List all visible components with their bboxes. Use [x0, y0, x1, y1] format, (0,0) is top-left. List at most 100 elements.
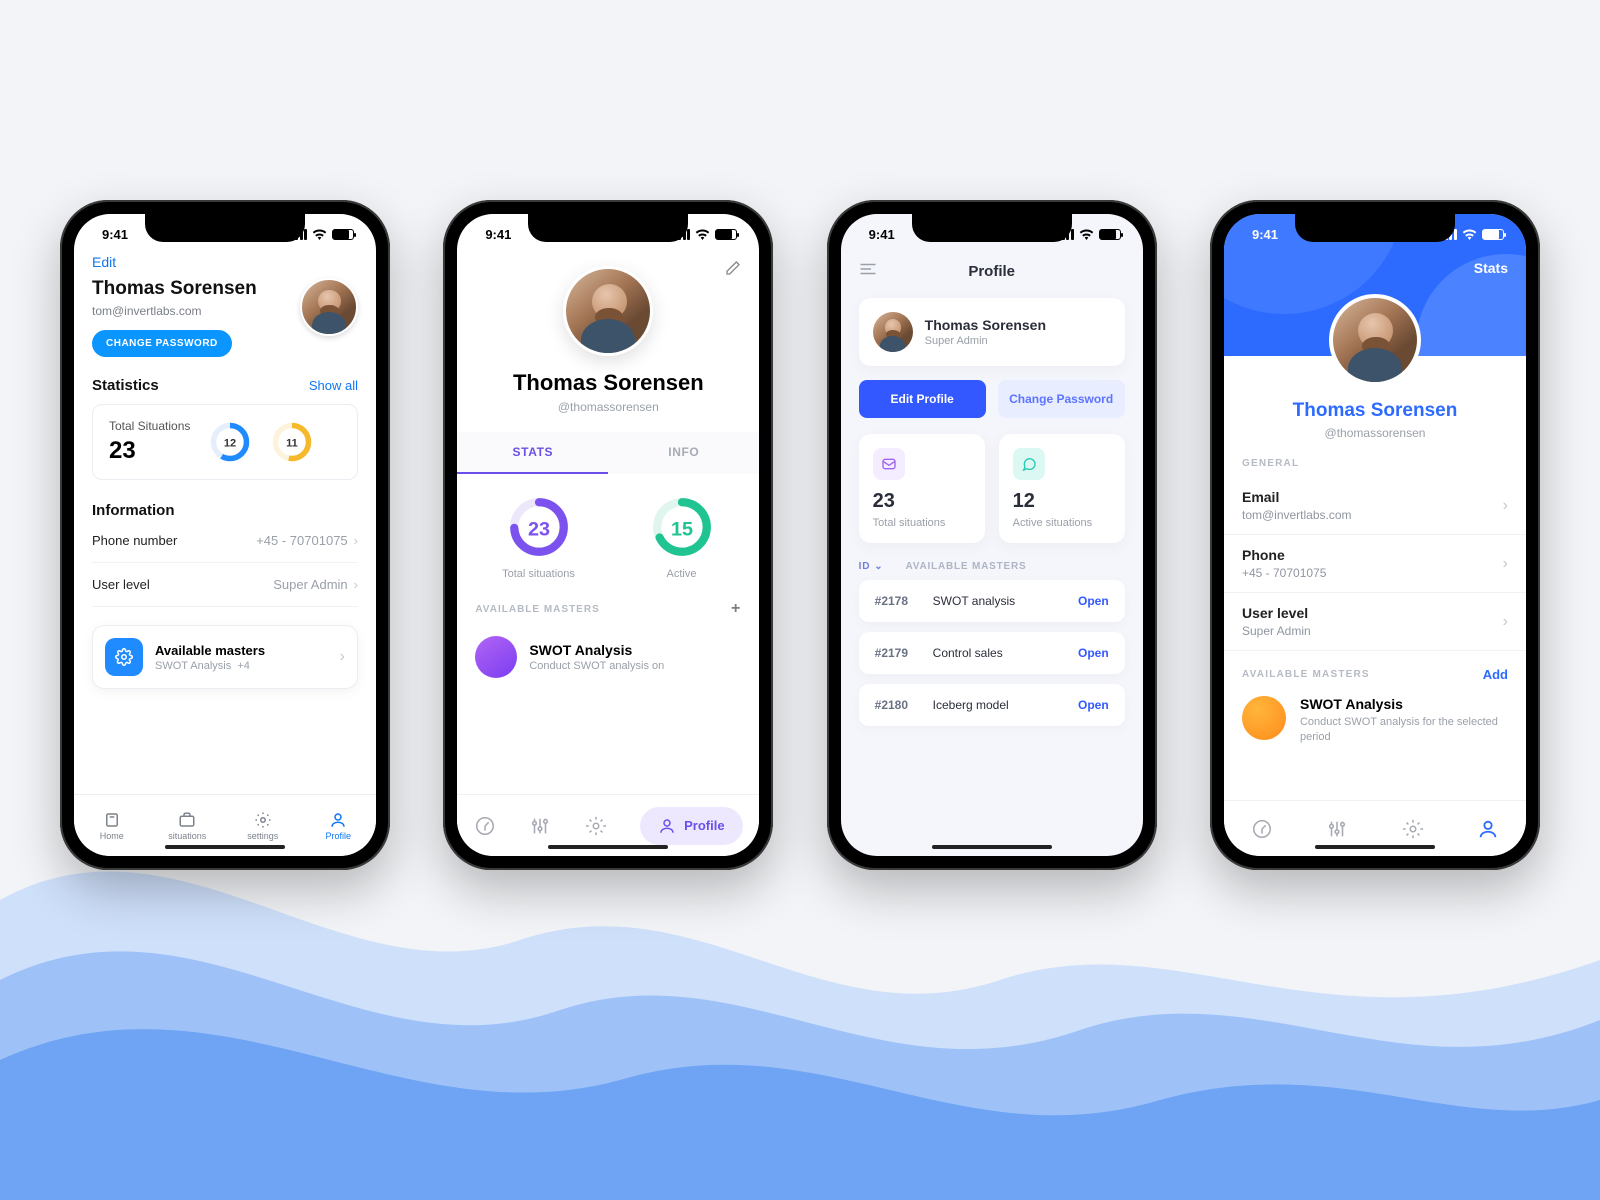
- home-indicator: [932, 845, 1052, 849]
- info-row-phone[interactable]: Phone number +45 - 70701075›: [92, 519, 358, 563]
- open-link[interactable]: Open: [1078, 594, 1109, 608]
- avatar[interactable]: [1329, 294, 1421, 386]
- user-name: Thomas Sorensen: [1224, 400, 1526, 422]
- master-item[interactable]: SWOT Analysis Conduct SWOT analysis on: [457, 626, 759, 688]
- battery-icon: [1099, 229, 1121, 240]
- sliders-icon[interactable]: [529, 815, 551, 837]
- phone-mockup-4: 9:41 Stats Thomas Sorensen @thomassorens…: [1210, 200, 1540, 870]
- tab-profile[interactable]: Profile: [640, 807, 742, 845]
- chevron-right-icon: ›: [1503, 497, 1508, 515]
- gear-icon[interactable]: [585, 815, 607, 837]
- svg-text:23: 23: [527, 518, 549, 540]
- tile-active[interactable]: 12 Active situations: [999, 434, 1125, 543]
- gear-icon[interactable]: [1402, 818, 1424, 840]
- avatar[interactable]: [563, 266, 653, 356]
- chevron-right-icon: ›: [354, 577, 358, 592]
- phone-mockup-3: 9:41 Profile Thomas Sorensen Super Admin: [827, 200, 1157, 870]
- phone-mockup-1: 9:41 Edit Thomas Sorensen tom@invertlabs…: [60, 200, 390, 870]
- section-general: GENERAL: [1224, 440, 1526, 477]
- chat-icon: [1013, 448, 1045, 480]
- status-time: 9:41: [1252, 227, 1278, 242]
- stat-active: 15 Active: [649, 494, 715, 580]
- dashboard-icon[interactable]: [474, 815, 496, 837]
- wifi-icon: [1079, 229, 1094, 240]
- column-id[interactable]: ID ⌄: [859, 561, 884, 572]
- open-link[interactable]: Open: [1078, 646, 1109, 660]
- sliders-icon[interactable]: [1326, 818, 1348, 840]
- masters-title: Available masters: [155, 643, 322, 658]
- wifi-icon: [1462, 229, 1477, 240]
- gear-icon: [105, 638, 143, 676]
- edit-link[interactable]: Edit: [92, 254, 116, 270]
- statistics-card: Total Situations 23 12 11: [92, 404, 358, 480]
- change-password-button[interactable]: Change Password: [998, 380, 1125, 418]
- chevron-right-icon: ›: [1503, 555, 1508, 573]
- status-time: 9:41: [869, 227, 895, 242]
- master-icon: [1242, 696, 1286, 740]
- section-masters: AVAILABLE MASTERS: [1242, 669, 1370, 680]
- svg-text:11: 11: [287, 437, 299, 449]
- info-row-phone[interactable]: Phone +45 - 70701075 ›: [1224, 535, 1526, 593]
- battery-icon: [715, 229, 737, 240]
- chevron-right-icon: ›: [340, 648, 345, 666]
- user-icon: [658, 817, 676, 835]
- page-title: Profile: [968, 263, 1015, 280]
- info-row-level[interactable]: User level Super Admin›: [92, 563, 358, 607]
- user-name: Thomas Sorensen: [92, 278, 257, 300]
- table-row[interactable]: #2179 Control sales Open: [859, 632, 1125, 674]
- open-link[interactable]: Open: [1078, 698, 1109, 712]
- donut-chart-1: 12: [208, 420, 252, 464]
- total-situations-label: Total Situations: [109, 419, 190, 433]
- available-masters-card[interactable]: Available masters SWOT Analysis +4 ›: [92, 625, 358, 689]
- table-row[interactable]: #2180 Iceberg model Open: [859, 684, 1125, 726]
- status-time: 9:41: [485, 227, 511, 242]
- home-icon: [103, 811, 121, 829]
- battery-icon: [332, 229, 354, 240]
- tab-home[interactable]: Home: [74, 795, 150, 856]
- tile-total[interactable]: 23 Total situations: [859, 434, 985, 543]
- section-heading: AVAILABLE MASTERS: [475, 604, 599, 615]
- svg-text:12: 12: [224, 437, 236, 449]
- info-row-email[interactable]: Email tom@invertlabs.com ›: [1224, 477, 1526, 535]
- master-item[interactable]: SWOT Analysis Conduct SWOT analysis for …: [1224, 690, 1526, 751]
- statistics-heading: Statistics: [92, 377, 159, 394]
- avatar[interactable]: [300, 278, 358, 336]
- mail-icon: [873, 448, 905, 480]
- wifi-icon: [695, 229, 710, 240]
- change-password-button[interactable]: CHANGE PASSWORD: [92, 330, 232, 357]
- menu-icon[interactable]: [859, 262, 877, 276]
- user-icon: [329, 811, 347, 829]
- gear-icon: [254, 811, 272, 829]
- wifi-icon: [312, 229, 327, 240]
- show-all-link[interactable]: Show all: [309, 378, 358, 393]
- tabs: STATS INFO: [457, 432, 759, 474]
- edit-icon[interactable]: [725, 260, 741, 276]
- user-card: Thomas Sorensen Super Admin: [859, 298, 1125, 366]
- phone-mockup-2: 9:41 Thomas Sorensen @thomassorensen STA…: [443, 200, 773, 870]
- tab-stats[interactable]: STATS: [457, 432, 608, 474]
- dashboard-icon[interactable]: [1251, 818, 1273, 840]
- briefcase-icon: [178, 811, 196, 829]
- master-icon: [475, 636, 517, 678]
- column-masters: AVAILABLE MASTERS: [905, 561, 1026, 572]
- plus-icon[interactable]: +: [731, 600, 741, 618]
- stat-total: 23 Total situations: [502, 494, 575, 580]
- status-time: 9:41: [102, 227, 128, 242]
- info-row-level[interactable]: User level Super Admin ›: [1224, 593, 1526, 651]
- tab-profile[interactable]: Profile: [301, 795, 377, 856]
- avatar[interactable]: [873, 312, 913, 352]
- home-indicator: [548, 845, 668, 849]
- chevron-right-icon: ›: [1503, 613, 1508, 631]
- tab-info[interactable]: INFO: [608, 432, 759, 474]
- edit-profile-button[interactable]: Edit Profile: [859, 380, 986, 418]
- stats-link[interactable]: Stats: [1474, 260, 1508, 276]
- table-row[interactable]: #2178 SWOT analysis Open: [859, 580, 1125, 622]
- user-name: Thomas Sorensen: [457, 370, 759, 396]
- chevron-down-icon: ⌄: [874, 561, 883, 572]
- home-indicator: [165, 845, 285, 849]
- user-handle: @thomassorensen: [457, 400, 759, 414]
- svg-text:15: 15: [670, 518, 692, 540]
- user-icon[interactable]: [1477, 818, 1499, 840]
- user-handle: @thomassorensen: [1224, 426, 1526, 440]
- add-link[interactable]: Add: [1483, 667, 1508, 682]
